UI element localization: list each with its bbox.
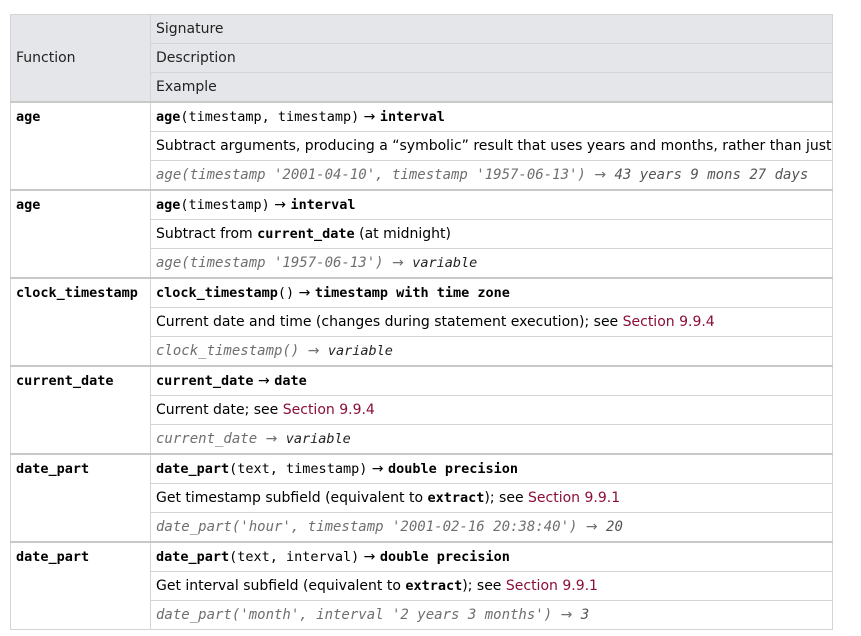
example-result: variable (327, 343, 393, 359)
example-call: current_date (156, 431, 258, 447)
signature-cell: clock_timestamp() → timestamp with time … (150, 277, 833, 308)
section-link[interactable]: Section 9.9.1 (528, 490, 620, 506)
arrow: → (392, 255, 404, 271)
table-row: date_part date_part(text, timestamp) → d… (10, 453, 833, 543)
signature-function: date_part (156, 549, 230, 565)
description-cell: Get interval subfield (equivalent to ext… (150, 571, 833, 601)
function-name: clock_timestamp (10, 277, 151, 367)
arrow: → (307, 343, 320, 359)
signature-args: (text, timestamp) (229, 461, 368, 477)
arrow: → (363, 109, 376, 125)
arrow: → (560, 607, 573, 623)
signature-args: (timestamp, timestamp) (180, 109, 360, 125)
function-name: age (10, 189, 151, 279)
table-row: date_part date_part(text, interval) → do… (10, 541, 833, 630)
description-cell: Current date and time (changes during st… (150, 307, 833, 337)
arrow: → (265, 431, 278, 447)
example-call: date_part('month', interval '2 years 3 m… (156, 607, 553, 623)
example-result: variable (285, 431, 351, 447)
signature-cell: age(timestamp) → interval (150, 189, 833, 220)
arrow: → (594, 167, 607, 183)
signature-return: double precision (387, 461, 519, 477)
function-name: date_part (10, 541, 151, 630)
signature-return: double precision (379, 549, 510, 565)
description-text: ); see (484, 490, 529, 506)
example-result: 20 (606, 519, 623, 535)
signature-cell: date_part(text, interval) → double preci… (150, 541, 833, 572)
description-text: Get timestamp subfield (equivalent to (156, 490, 428, 506)
signature-args: () (277, 285, 295, 301)
description-text: Current date; see (156, 402, 283, 418)
signature-function: current_date (156, 373, 254, 389)
arrow: → (363, 549, 376, 565)
description-cell: Subtract arguments, producing a “symboli… (150, 131, 833, 161)
description-text: Subtract arguments, producing a “symboli… (156, 138, 833, 154)
example-cell: age(timestamp '2001-04-10', timestamp '1… (150, 160, 833, 191)
header-example: Example (150, 72, 833, 103)
example-cell: current_date → variable (150, 424, 833, 455)
signature-return: interval (290, 197, 356, 213)
description-text: (at midnight) (354, 226, 452, 242)
signature-return: timestamp with time zone (314, 285, 510, 301)
signature-return: date (274, 373, 307, 389)
section-link[interactable]: Section 9.9.4 (283, 402, 375, 418)
header-description: Description (150, 43, 833, 73)
description-text: Get interval subfield (equivalent to (156, 578, 406, 594)
signature-cell: current_date → date (150, 365, 833, 396)
signature-function: age (156, 197, 181, 213)
table-header: Function Signature Description Example (10, 14, 833, 103)
description-text: ); see (462, 578, 506, 594)
table-row: clock_timestamp clock_timestamp() → time… (10, 277, 833, 367)
signature-function: date_part (156, 461, 230, 477)
example-result: variable (412, 255, 478, 271)
arrow: → (298, 285, 311, 301)
description-code: current_date (257, 226, 355, 242)
function-name: current_date (10, 365, 151, 455)
description-text: Subtract from (156, 226, 258, 242)
example-cell: clock_timestamp() → variable (150, 336, 833, 367)
table-row: age age(timestamp, timestamp) → interval (10, 101, 833, 191)
arrow: → (371, 461, 384, 477)
function-name: date_part (10, 453, 151, 543)
example-call: age(timestamp '1957-06-13') (156, 255, 384, 271)
section-link[interactable]: Section 9.9.4 (623, 314, 715, 330)
description-text: Current date and time (changes during st… (156, 314, 623, 330)
header-function: Function (10, 14, 151, 103)
example-result: 43 years 9 mons 27 days (614, 167, 809, 183)
signature-function: clock_timestamp (156, 285, 278, 301)
arrow: → (585, 519, 598, 535)
example-call: date_part('hour', timestamp '2001-02-16 … (156, 519, 578, 535)
example-call: age(timestamp '2001-04-10', timestamp '1… (156, 167, 586, 183)
signature-return: interval (379, 109, 445, 125)
signature-args: (timestamp) (180, 197, 270, 213)
example-cell: date_part('month', interval '2 years 3 m… (150, 600, 833, 630)
example-cell: age(timestamp '1957-06-13') → variable (150, 248, 833, 279)
function-name: age (10, 101, 151, 191)
description-cell: Get timestamp subfield (equivalent to ex… (150, 483, 833, 513)
section-link[interactable]: Section 9.9.1 (506, 578, 598, 594)
header-signature: Signature (150, 14, 833, 44)
arrow: → (258, 373, 270, 389)
signature-args: (text, interval) (229, 549, 360, 565)
arrow: → (274, 197, 286, 213)
signature-cell: date_part(text, timestamp) → double prec… (150, 453, 833, 484)
description-cell: Subtract from current_date (at midnight) (150, 219, 833, 249)
functions-table: Function Signature Description Example a… (10, 14, 833, 630)
table-row: age age(timestamp) → interval (10, 189, 833, 279)
signature-cell: age(timestamp, timestamp) → interval (150, 101, 833, 132)
description-code: extract (405, 578, 463, 594)
description-cell: Current date; see Section 9.9.4 (150, 395, 833, 425)
example-call: clock_timestamp() (156, 343, 300, 359)
example-result: 3 (580, 607, 590, 623)
table-row: current_date current_date → date (10, 365, 833, 455)
description-code: extract (427, 490, 485, 506)
example-cell: date_part('hour', timestamp '2001-02-16 … (150, 512, 833, 543)
signature-function: age (156, 109, 181, 125)
